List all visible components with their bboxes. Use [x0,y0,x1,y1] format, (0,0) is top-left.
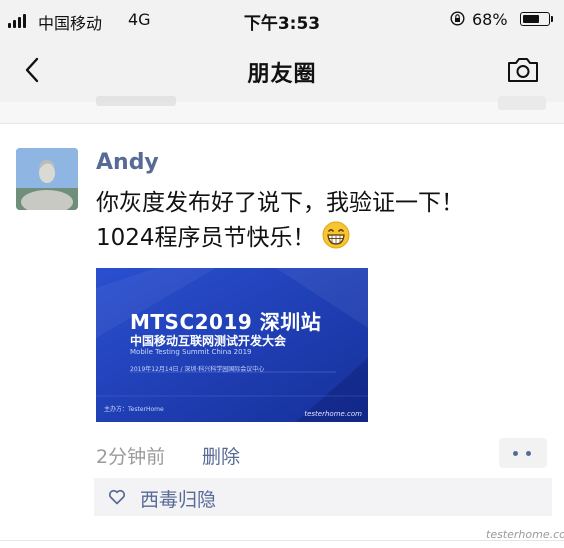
avatar[interactable] [16,148,78,210]
status-bar: 中国移动 4G 下午3:53 68% [0,0,564,38]
nav-bar: 朋友圈 [0,38,564,102]
more-dots-icon [526,451,531,456]
post-image[interactable]: MTSC2019 深圳站 中国移动互联网测试开发大会 Mobile Testin… [96,268,368,422]
likes-area: 西毒归隐 [94,478,552,516]
post-text-line-1: 你灰度发布好了说下，我验证一下！ [96,190,464,216]
image-title: MTSC2019 深圳站 [130,310,322,334]
post-author-name[interactable]: Andy [96,150,159,175]
battery-level-fill [523,15,539,23]
liker-name[interactable]: 西毒归隐 [140,485,216,512]
divider [0,540,564,541]
rotation-lock-icon [450,11,465,26]
image-subtitle: 中国移动互联网测试开发大会 [130,334,287,348]
image-date-line: 2019年12月14日 / 深圳·科兴科学园国际会议中心 [130,366,265,373]
battery-tip [551,16,553,22]
post-timestamp: 2分钟前 [96,446,166,468]
more-actions-button[interactable] [499,438,547,468]
battery-icon [520,12,550,26]
delete-button[interactable]: 删除 [202,442,240,469]
image-watermark: testerhome.com [304,410,362,418]
image-english-subtitle: Mobile Testing Summit China 2019 [130,348,252,356]
camera-icon[interactable] [506,56,540,84]
previous-post-more-fragment [498,96,546,110]
grinning-face-icon [322,221,350,249]
battery-percent: 68% [472,10,508,29]
image-host: 主办方：TesterHome [104,406,164,413]
previous-post-time-fragment [96,96,176,106]
statue-photo [16,148,78,210]
page-title: 朋友圈 [247,62,317,87]
more-dots-icon [513,451,518,456]
previous-post-remnant [0,96,564,124]
heart-outline-icon [108,489,126,505]
post-text: 你灰度发布好了说下，我验证一下！ 1024程序员节快乐！ [96,186,536,256]
post-text-line-2: 1024程序员节快乐！ [96,225,316,251]
